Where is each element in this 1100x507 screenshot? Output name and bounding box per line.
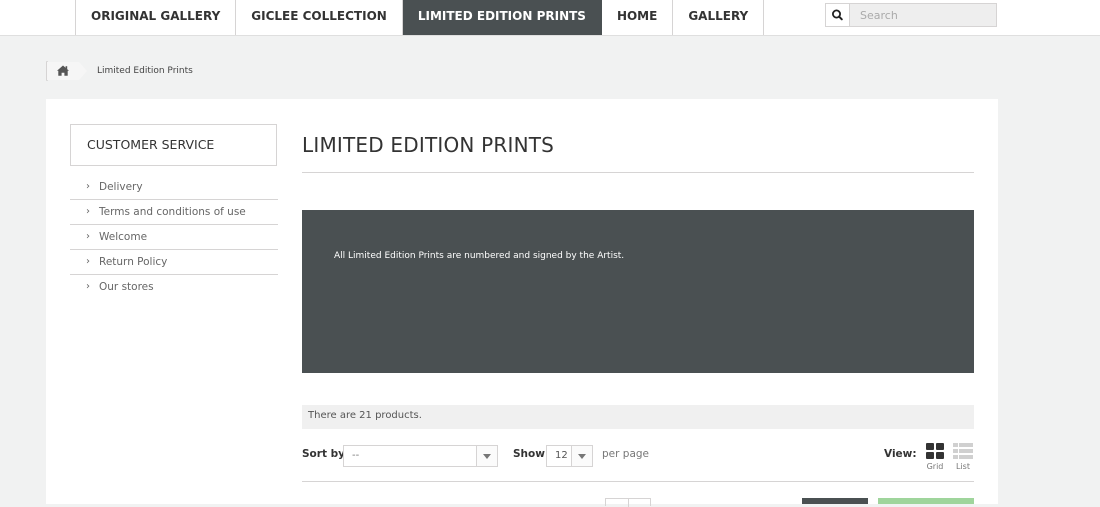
breadcrumb-home-link[interactable] [47, 62, 79, 80]
sort-dropdown-button[interactable] [476, 446, 497, 466]
top-navigation-bar: ORIGINAL GALLERY GICLEE COLLECTION LIMIT… [0, 0, 1100, 36]
sidebar-list: › Delivery › Terms and conditions of use… [70, 175, 278, 300]
search-button[interactable] [826, 4, 850, 26]
pagination[interactable] [605, 498, 651, 507]
breadcrumb-separator [79, 62, 87, 80]
sidebar-item-delivery[interactable]: › Delivery [70, 175, 278, 200]
grid-view-button[interactable]: Grid [924, 442, 946, 472]
items-per-page-dropdown-button[interactable] [571, 446, 592, 466]
nav-item-original-gallery[interactable]: ORIGINAL GALLERY [75, 0, 237, 35]
title-divider [302, 172, 974, 173]
sidebar-item-label: Terms and conditions of use [99, 206, 246, 218]
sidebar-item-welcome[interactable]: › Welcome [70, 225, 278, 250]
product-count-bar: There are 21 products. [302, 405, 974, 429]
pagination-divider [628, 499, 629, 507]
sidebar-item-label: Delivery [99, 181, 143, 193]
main-menu: ORIGINAL GALLERY GICLEE COLLECTION LIMIT… [75, 0, 765, 35]
nav-item-gallery[interactable]: GALLERY [673, 0, 765, 35]
category-description: All Limited Edition Prints are numbered … [334, 251, 625, 261]
grid-view-label: Grid [926, 462, 944, 471]
list-view-label: List [956, 462, 970, 471]
items-per-page-value: 12 [555, 450, 568, 461]
chevron-right-icon: › [86, 256, 90, 267]
sidebar-item-label: Return Policy [99, 256, 168, 268]
sidebar-title: CUSTOMER SERVICE [87, 137, 215, 152]
view-label: View: [884, 448, 917, 460]
compare-button[interactable] [802, 498, 868, 504]
nav-item-limited-edition-prints[interactable]: LIMITED EDITION PRINTS [402, 0, 602, 35]
add-to-cart-button[interactable] [878, 498, 974, 504]
list-view-icon [953, 443, 973, 459]
page-title: LIMITED EDITION PRINTS [302, 133, 555, 157]
chevron-right-icon: › [86, 206, 90, 217]
sort-label: Sort by [302, 448, 345, 460]
sidebar-header: CUSTOMER SERVICE [70, 124, 277, 166]
product-count: There are 21 products. [308, 410, 422, 421]
chevron-right-icon: › [86, 181, 90, 192]
search-input[interactable] [850, 4, 996, 26]
home-icon [57, 65, 69, 76]
search-icon [832, 9, 843, 21]
toolbar-divider [302, 481, 974, 482]
sidebar-item-our-stores[interactable]: › Our stores [70, 275, 278, 300]
chevron-right-icon: › [86, 231, 90, 242]
main-content: CUSTOMER SERVICE › Delivery › Terms and … [46, 99, 998, 507]
sort-select[interactable]: -- [343, 445, 498, 467]
chevron-right-icon: › [86, 281, 90, 292]
sidebar-item-terms[interactable]: › Terms and conditions of use [70, 200, 278, 225]
sidebar-item-label: Our stores [99, 281, 154, 293]
chevron-down-icon [578, 454, 586, 459]
chevron-down-icon [483, 454, 491, 459]
breadcrumb-current: Limited Edition Prints [97, 66, 193, 76]
nav-item-home[interactable]: HOME [602, 0, 674, 35]
sidebar-item-label: Welcome [99, 231, 148, 243]
items-per-page-select[interactable]: 12 [546, 445, 593, 467]
category-banner: All Limited Edition Prints are numbered … [302, 210, 974, 373]
search-box [825, 3, 997, 27]
nav-item-giclee-collection[interactable]: GICLEE COLLECTION [236, 0, 403, 35]
show-label: Show [513, 448, 545, 460]
breadcrumb: Limited Edition Prints [46, 61, 193, 81]
sidebar-item-return-policy[interactable]: › Return Policy [70, 250, 278, 275]
grid-view-icon [926, 443, 944, 459]
per-page-label: per page [602, 448, 650, 460]
sort-selected-value: -- [352, 450, 360, 461]
list-view-button[interactable]: List [952, 442, 974, 472]
